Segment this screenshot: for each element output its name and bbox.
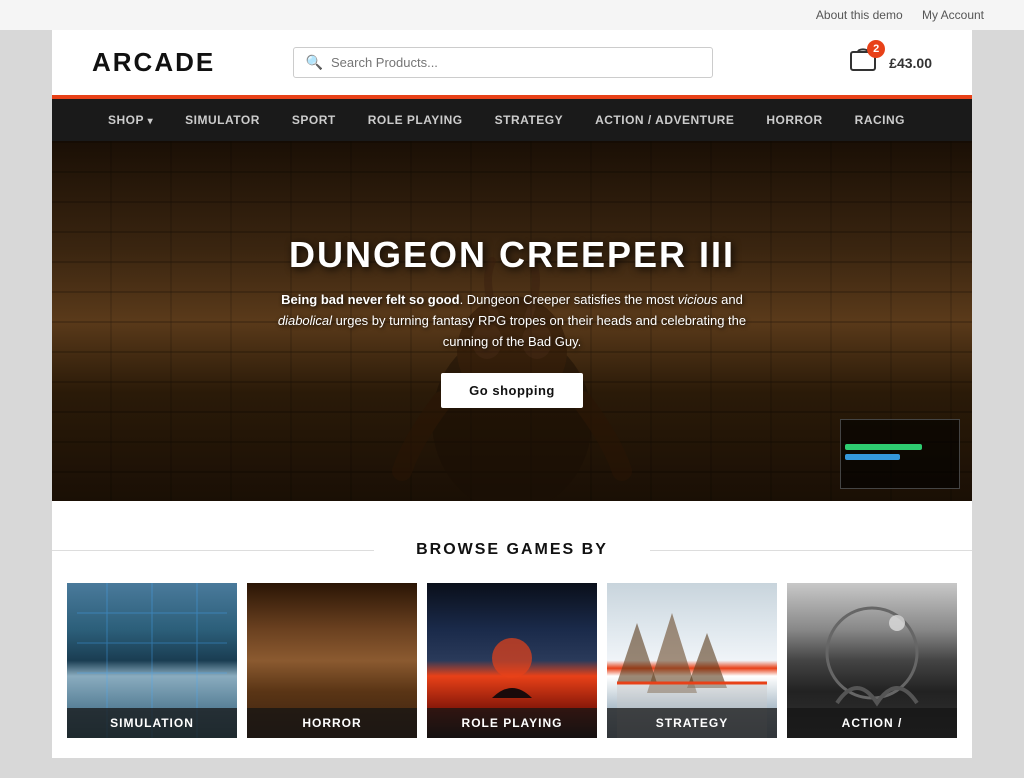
card-label-horror: Horror — [247, 708, 417, 738]
hud-mana-bar — [845, 454, 900, 460]
nav-action-adventure[interactable]: ACTION / ADVENTURE — [579, 99, 750, 141]
cart-icon-button[interactable]: 2 — [847, 44, 879, 81]
hero-hud — [840, 419, 960, 489]
nav-sport[interactable]: SPORT — [276, 99, 352, 141]
nav-role-playing[interactable]: ROLE PLAYING — [352, 99, 479, 141]
cart-total: £43.00 — [889, 55, 932, 71]
hero-banner: DUNGEON CREEPER III Being bad never felt… — [52, 141, 972, 501]
hero-title: DUNGEON CREEPER III — [257, 234, 767, 276]
card-label-strategy: Strategy — [607, 708, 777, 738]
nav-bar: SHOP ▾ SIMULATOR SPORT ROLE PLAYING STRA… — [52, 97, 972, 141]
nav-racing[interactable]: RACING — [839, 99, 921, 141]
cart-area: 2 £43.00 — [847, 44, 932, 81]
top-bar: About this demo My Account — [0, 0, 1024, 30]
category-grid: Simulation Horror Role Playing — [52, 583, 972, 738]
main-content: BROWSE GAMES BY Simula — [52, 501, 972, 758]
hero-cta-button[interactable]: Go shopping — [441, 373, 583, 408]
hero-background: DUNGEON CREEPER III Being bad never felt… — [52, 141, 972, 501]
main-navigation: SHOP ▾ SIMULATOR SPORT ROLE PLAYING STRA… — [52, 95, 972, 141]
nav-simulator[interactable]: SIMULATOR — [169, 99, 276, 141]
card-label-simulation: Simulation — [67, 708, 237, 738]
search-icon: 🔍 — [306, 54, 323, 71]
about-link[interactable]: About this demo — [816, 8, 903, 22]
category-card-role-playing[interactable]: Role Playing — [427, 583, 597, 738]
nav-shop[interactable]: SHOP ▾ — [92, 99, 169, 141]
category-card-horror[interactable]: Horror — [247, 583, 417, 738]
nav-horror[interactable]: HORROR — [750, 99, 838, 141]
site-header: ARCADE 🔍 2 £43.00 — [52, 30, 972, 95]
search-form: 🔍 — [293, 47, 713, 78]
card-label-action: Action / — [787, 708, 957, 738]
cart-badge: 2 — [867, 40, 885, 58]
hero-description: Being bad never felt so good. Dungeon Cr… — [257, 290, 767, 352]
hero-content: DUNGEON CREEPER III Being bad never felt… — [237, 214, 787, 427]
chevron-down-icon: ▾ — [148, 116, 154, 127]
site-logo: ARCADE — [92, 47, 215, 78]
card-label-role-playing: Role Playing — [427, 708, 597, 738]
nav-strategy[interactable]: STRATEGY — [479, 99, 579, 141]
search-input[interactable] — [331, 55, 700, 70]
account-link[interactable]: My Account — [922, 8, 984, 22]
category-card-strategy[interactable]: Strategy — [607, 583, 777, 738]
category-card-simulation[interactable]: Simulation — [67, 583, 237, 738]
hud-health-bar — [845, 444, 922, 450]
browse-heading: BROWSE GAMES BY — [52, 541, 972, 559]
category-card-action[interactable]: Action / — [787, 583, 957, 738]
